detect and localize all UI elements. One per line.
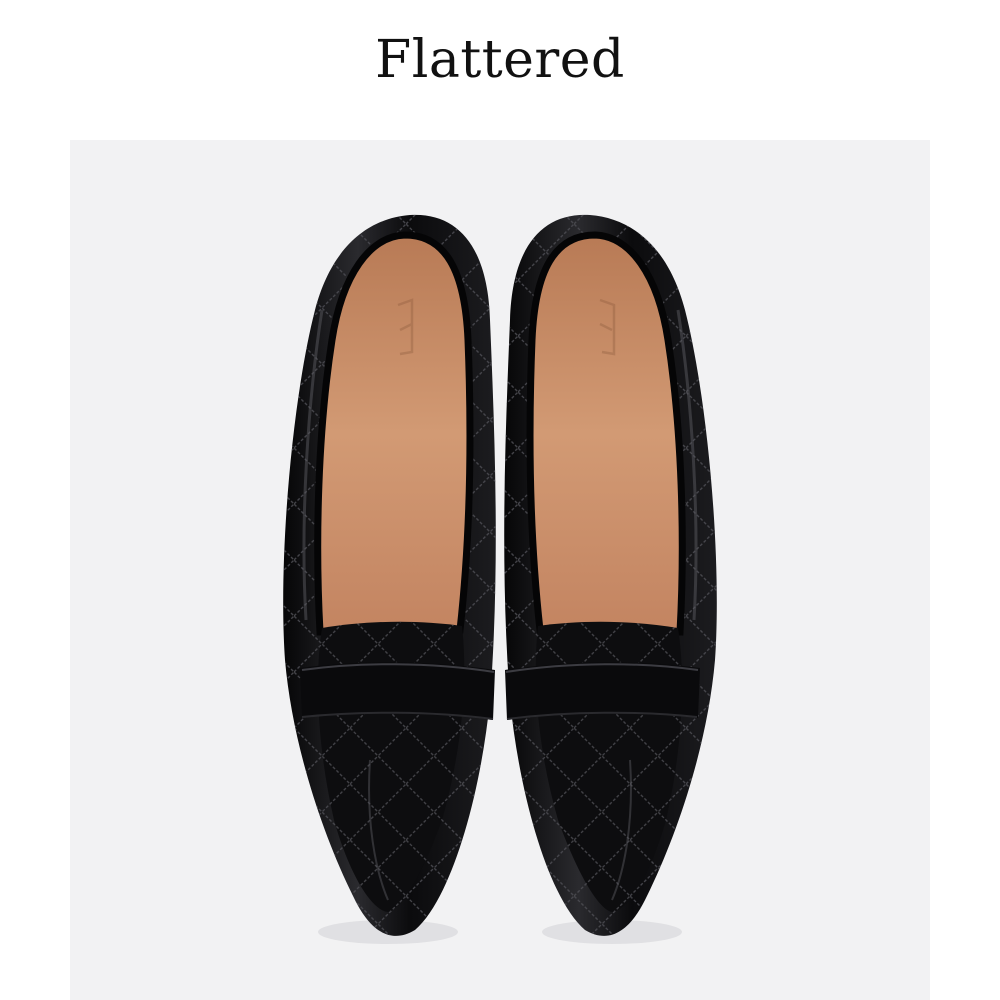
right-shoe [504, 214, 717, 936]
brand-logo: Flattered [375, 30, 625, 90]
product-page: Flattered [0, 0, 1000, 1000]
loafers-illustration [283, 214, 717, 944]
left-shoe [283, 214, 496, 936]
product-image [70, 140, 930, 1000]
